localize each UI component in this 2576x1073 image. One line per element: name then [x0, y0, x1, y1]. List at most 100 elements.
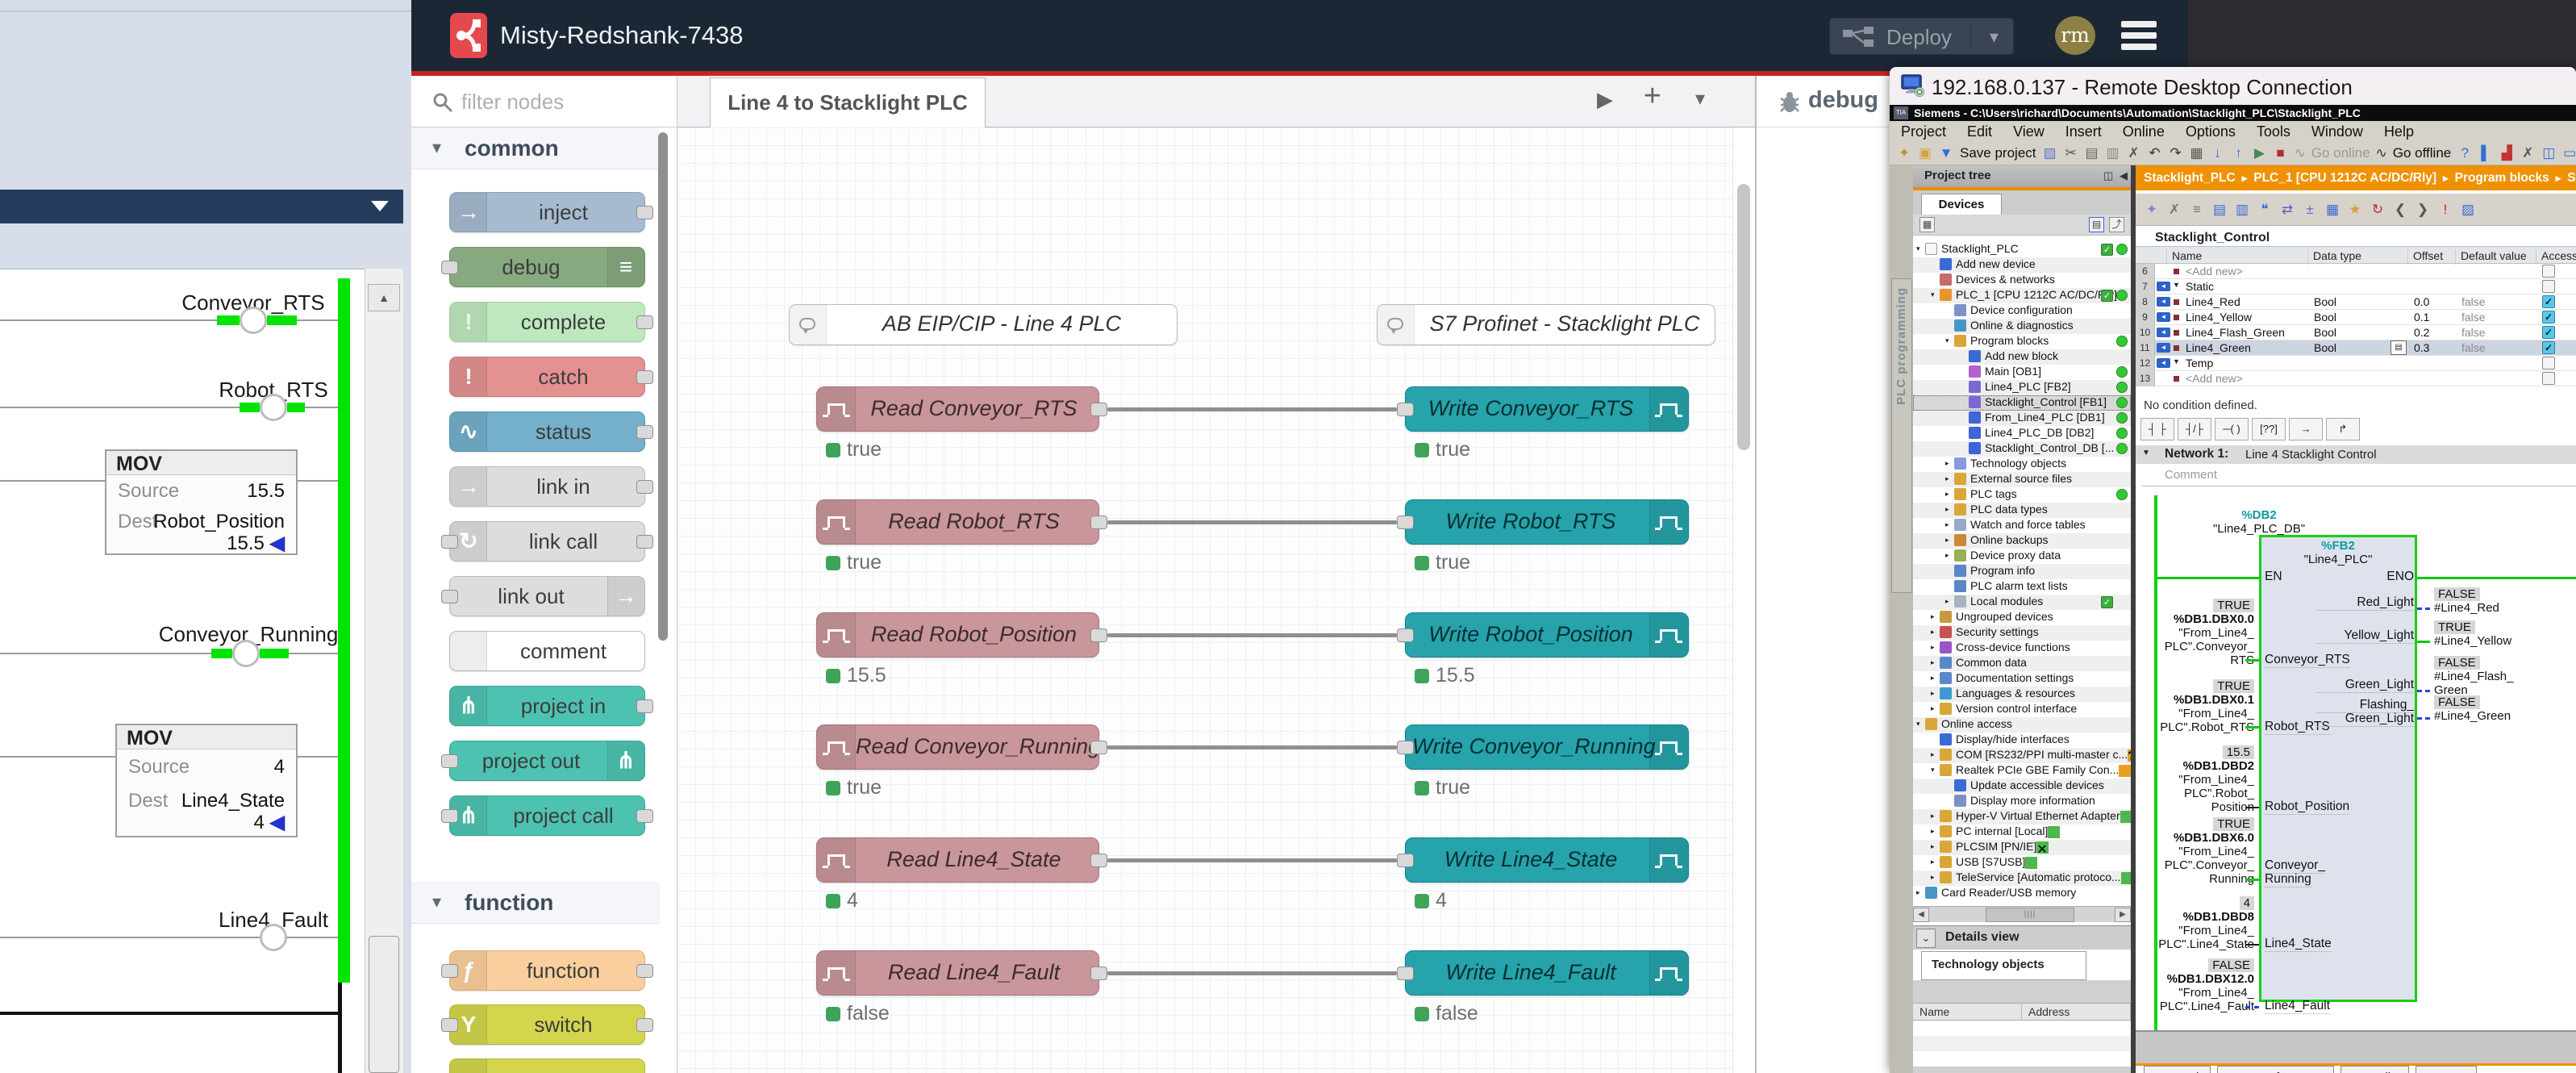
menu-item[interactable]: Window	[2311, 123, 2363, 140]
tree-item[interactable]: Devices & networks	[1913, 273, 2131, 288]
source-value[interactable]: 4	[274, 756, 285, 779]
toolbar-icon[interactable]: ↶	[2147, 145, 2163, 161]
accessible-checkbox[interactable]	[2542, 311, 2555, 324]
editor-toolbar-icon[interactable]: ▨	[2460, 202, 2476, 218]
table-row[interactable]: 8 ◄ Line4_Red Bool ▤ 0.0 false	[2136, 294, 2576, 310]
tag-datatype[interactable]: Bool	[2314, 326, 2336, 339]
tree-expander-icon[interactable]: ▸	[1945, 536, 1954, 545]
editor-toolbar-icon[interactable]: ✗	[2166, 202, 2182, 218]
table-row[interactable]: 11 ◄ Line4_Green Bool ▤ 0.3 false	[2136, 340, 2576, 356]
operand-block[interactable]: 4 %DB1.DBD8 "From_Line4_ PLC".Line4_Stat…	[2156, 896, 2254, 951]
output-port[interactable]	[636, 809, 653, 823]
devices-tab[interactable]: Devices	[1921, 194, 2002, 215]
tree-item[interactable]: Main [OB1]	[1913, 365, 2131, 380]
tree-expander-icon[interactable]: ▸	[1931, 812, 1940, 820]
toolbar-icon[interactable]: ▨	[2042, 145, 2058, 161]
palette-node[interactable]: ƒ function	[449, 950, 645, 991]
accessible-checkbox[interactable]	[2542, 280, 2555, 293]
palette-node[interactable]: → link in	[449, 466, 645, 507]
accessible-checkbox[interactable]	[2542, 326, 2555, 339]
tree-item[interactable]: Display/hide interfaces	[1913, 733, 2131, 748]
output-port[interactable]	[1090, 516, 1107, 529]
write-node[interactable]: Write Line4_Fault	[1405, 950, 1689, 996]
input-port[interactable]	[441, 261, 458, 274]
col-name[interactable]: Name	[2166, 249, 2202, 265]
output-port[interactable]	[636, 425, 653, 439]
output-port[interactable]	[1090, 967, 1107, 980]
mov-instruction[interactable]: MOV Source15.5 DestRobot_Position 15.5 ◀	[105, 449, 298, 555]
write-node[interactable]: Write Conveyor_Running	[1405, 724, 1689, 770]
tree-item[interactable]: ▸Security settings	[1913, 625, 2131, 641]
output-port[interactable]	[636, 535, 653, 549]
tree-item[interactable]: ▾Stacklight_PLC	[1913, 242, 2131, 257]
lad-element-button[interactable]: [??]	[2252, 418, 2286, 440]
tree-expander-icon[interactable]: ▸	[1931, 750, 1940, 759]
toolbar-icon[interactable]: ◫	[2541, 145, 2557, 161]
tag-name[interactable]: Line4_Red	[2186, 295, 2240, 308]
plc-programming-vertical-tab[interactable]: PLC programming	[1891, 278, 1912, 593]
lad-element-button[interactable]: →	[2289, 418, 2323, 440]
palette-node[interactable]: Y switch	[449, 1004, 645, 1045]
tree-expander-icon[interactable]: ▸	[1931, 643, 1940, 652]
column-header[interactable]: Name	[1913, 1004, 2022, 1021]
tree-item[interactable]: ▸PLCSIM [PN/IE]	[1913, 840, 2131, 855]
tree-item[interactable]: ▸Device proxy data	[1913, 549, 2131, 564]
table-row[interactable]: 10 ◄ Line4_Flash_Green Bool ▤ 0.2 false	[2136, 325, 2576, 340]
tree-expander-icon[interactable]: ▾	[1931, 290, 1940, 299]
ladder-collapsed-titlebar[interactable]	[0, 190, 403, 223]
write-node[interactable]: Write Line4_State	[1405, 837, 1689, 883]
output-port[interactable]	[636, 480, 653, 494]
ladder-scrollbar-thumb[interactable]	[369, 936, 399, 1073]
tree-item[interactable]: Online & diagnostics	[1913, 319, 2131, 334]
tree-item[interactable]: ▸Technology objects	[1913, 457, 2131, 472]
tree-item[interactable]: Device configuration	[1913, 303, 2131, 319]
tag-datatype[interactable]: Bool	[2314, 311, 2336, 324]
lad-element-button[interactable]: ┤ ├	[2140, 418, 2174, 440]
read-node[interactable]: Read Robot_RTS	[816, 499, 1099, 545]
toolbar-icon[interactable]: ▤	[2084, 145, 2100, 161]
toolbar-icon[interactable]: ↑	[2231, 145, 2247, 161]
breadcrumb-item[interactable]: Program blocks	[2436, 171, 2549, 186]
tag-datatype[interactable]: Bool	[2314, 341, 2336, 354]
read-node[interactable]: Read Conveyor_Running	[816, 724, 1099, 770]
tree-expander-icon[interactable]: ▸	[1931, 689, 1940, 698]
tree-expander-icon[interactable]: ▾	[1916, 720, 1925, 729]
operand-block[interactable]: TRUE #Line4_Yellow	[2434, 620, 2511, 648]
operand-block[interactable]: TRUE %DB1.DBX0.1 "From_Line4_ PLC".Robot…	[2156, 679, 2254, 734]
inspector-tab[interactable]: Syntax	[2416, 1066, 2477, 1073]
flow-tab-active[interactable]: Line 4 to Stacklight PLC	[710, 77, 986, 127]
tree-item[interactable]: Add new device	[1913, 257, 2131, 273]
tag-name[interactable]: Line4_Green	[2186, 341, 2251, 354]
tree-expander-icon[interactable]: ▸	[1945, 520, 1954, 529]
output-port[interactable]	[1090, 403, 1107, 416]
tree-expander-icon[interactable]: ▾	[1916, 244, 1925, 253]
tree-item[interactable]: ▸PLC tags	[1913, 487, 2131, 503]
expand-icon[interactable]: ⤴	[2109, 217, 2124, 232]
tree-item[interactable]: Update accessible devices	[1913, 779, 2131, 794]
tag-name[interactable]: Static	[2186, 280, 2214, 293]
table-row[interactable]: 7 ◄ ▼ Static ▤	[2136, 279, 2576, 294]
read-node[interactable]: Read Robot_Position	[816, 612, 1099, 658]
tree-item[interactable]: ▸COM [RS232/PPI multi-master c...	[1913, 748, 2131, 763]
editor-toolbar-icon[interactable]: ❝	[2257, 202, 2273, 218]
tree-item[interactable]: ▾Online access	[1913, 717, 2131, 733]
palette-node[interactable]: comment	[449, 631, 645, 671]
tree-expander-icon[interactable]: ▸	[1931, 628, 1940, 637]
palette-scrollbar-thumb[interactable]	[658, 132, 668, 641]
operand-block[interactable]: FALSE #Line4_Flash_ Green	[2434, 656, 2513, 697]
tree-expander-icon[interactable]: ▸	[1945, 490, 1954, 499]
tree-expander-icon[interactable]: ▸	[1931, 873, 1940, 882]
technology-objects-tab[interactable]: Technology objects	[1921, 951, 2086, 980]
network-header[interactable]: ▼ Network 1: Line 4 Stacklight Control	[2136, 445, 2576, 464]
tree-expander-icon[interactable]: ▸	[1931, 674, 1940, 683]
tag-name[interactable]: Line4_Flash_Green	[2186, 326, 2285, 339]
go-offline-plug-icon[interactable]: ∿	[2376, 145, 2387, 161]
tree-item[interactable]: Display more information	[1913, 794, 2131, 809]
operand-block[interactable]: TRUE %DB1.DBX0.0 "From_Line4_ PLC".Conve…	[2156, 599, 2254, 667]
datatype-dropdown-button[interactable]: ▤	[2391, 340, 2407, 355]
write-node[interactable]: Write Robot_RTS	[1405, 499, 1689, 545]
scroll-right-button[interactable]: ▶	[2115, 908, 2131, 922]
palette-node[interactable]: → link out	[449, 576, 645, 616]
input-port[interactable]	[1397, 403, 1414, 416]
tree-expander-icon[interactable]: ▾	[1945, 336, 1954, 345]
